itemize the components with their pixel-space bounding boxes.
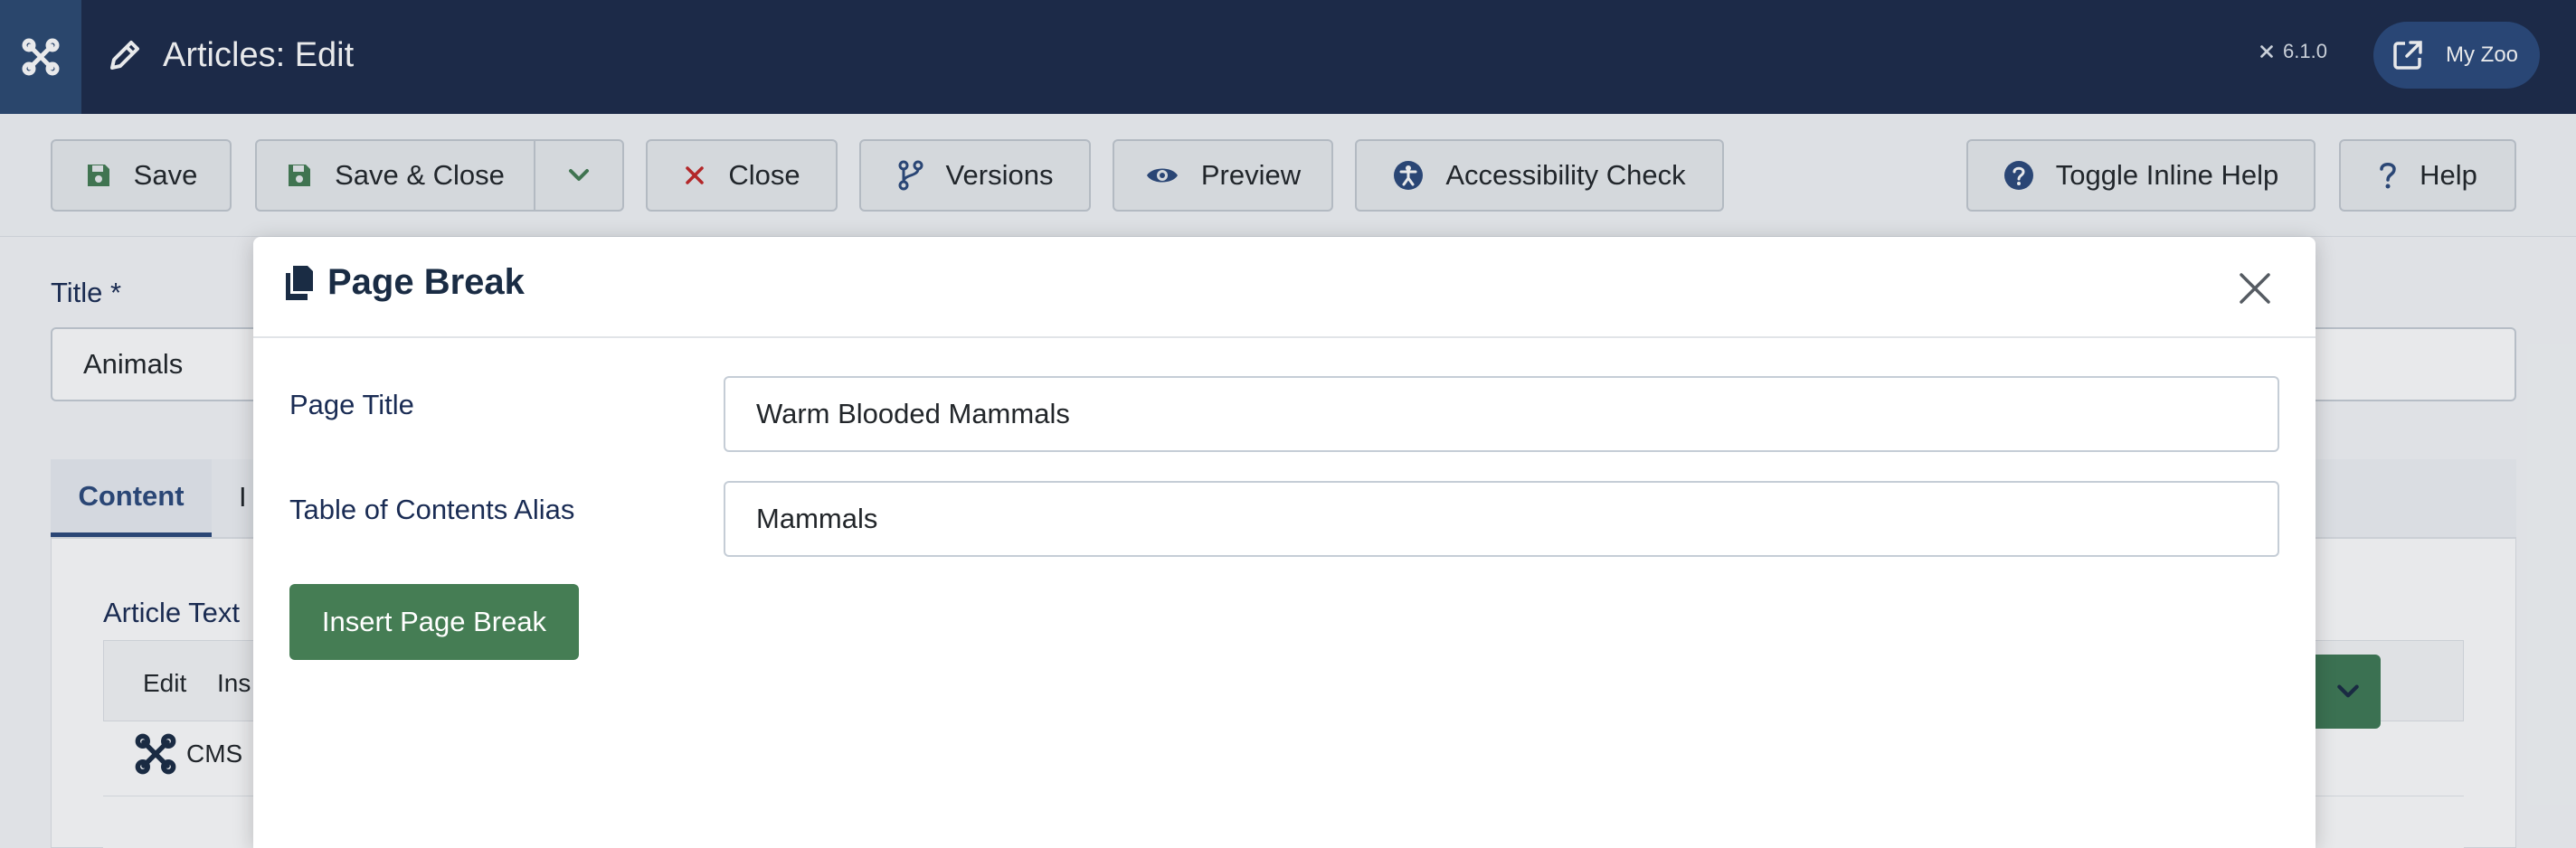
page-break-modal: Page Break Page Title Warm Blooded Mamma…	[253, 237, 2316, 848]
toc-alias-label: Table of Contents Alias	[289, 494, 575, 525]
page-title-input[interactable]: Warm Blooded Mammals	[724, 376, 2279, 452]
close-icon	[2240, 273, 2270, 304]
modal-title: Page Break	[282, 262, 525, 303]
modal-header: Page Break	[253, 237, 2316, 338]
modal-title-text: Page Break	[327, 262, 525, 302]
copy-icon	[286, 265, 313, 300]
toc-alias-input[interactable]: Mammals	[724, 481, 2279, 557]
insert-page-break-button[interactable]: Insert Page Break	[289, 584, 579, 660]
modal-close-button[interactable]	[2230, 264, 2279, 313]
page-title-label: Page Title	[289, 389, 414, 420]
